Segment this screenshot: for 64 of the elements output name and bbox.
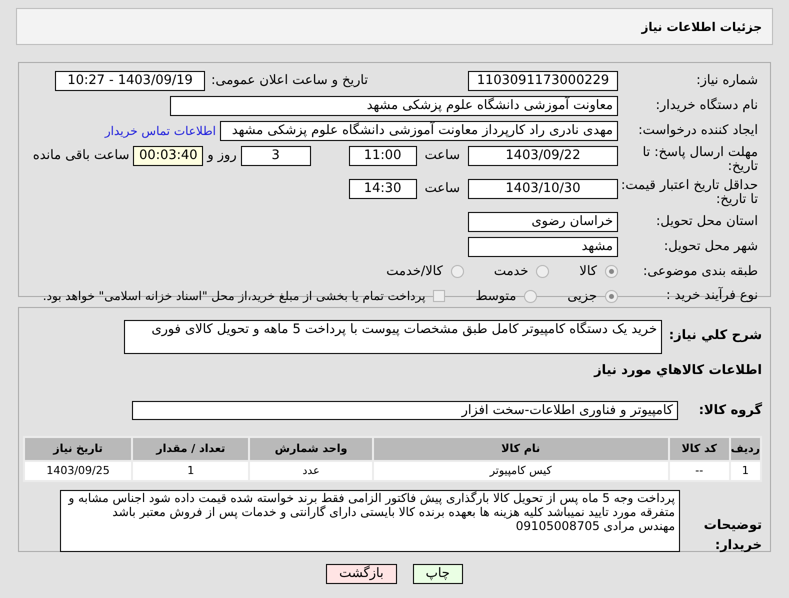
radio-button[interactable] — [605, 290, 618, 303]
notes-line: مهندس مرادی 09105008705 — [514, 519, 675, 533]
column-header: تاریخ نیاز — [25, 438, 132, 460]
field-label: استان محل تحویل: — [655, 215, 758, 229]
text-field[interactable]: 00:03:40 — [133, 146, 204, 166]
radio-label: متوسط — [475, 288, 516, 306]
text-field[interactable]: 11:00 — [348, 146, 417, 166]
table-cell: کیس کامپیوتر — [374, 462, 668, 480]
table-cell: 1 — [133, 462, 248, 480]
field-label: ساعت — [424, 180, 460, 198]
radio-label: خدمت — [494, 263, 528, 281]
field-label: گروه کالا: — [698, 401, 762, 420]
field-label: ساعت — [424, 147, 460, 165]
field-label: حداقل تاریخ اعتبار قیمت: تا تاریخ: — [620, 179, 758, 207]
table-cell: 1403/09/25 — [25, 462, 132, 480]
column-header: واحد شمارش — [250, 438, 372, 460]
text-field[interactable]: 1103091173000229 — [468, 71, 618, 91]
field-label: مهلت ارسال پاسخ: تا تاریخ: — [642, 146, 758, 174]
text-field[interactable]: 1403/09/19 - 10:27 — [55, 71, 206, 91]
field-label: روز و — [207, 147, 237, 165]
checkbox[interactable] — [433, 290, 446, 302]
radio-button[interactable] — [605, 265, 618, 278]
field-label: ایجاد کننده درخواست: — [637, 124, 758, 138]
radio-button[interactable] — [524, 290, 538, 303]
section-title: اطلاعات کالاهاي مورد نياز — [592, 362, 762, 380]
notes-line: پرداخت وجه 5 ماه پس از تحویل کالا بارگذاری پیش فاکتور الزامی فقط برند خواسته شده قیمت داده شود اجناس مشابه و — [67, 491, 675, 505]
field-label: شهر محل تحویل: — [662, 240, 758, 254]
contact-link[interactable]: اطلاعات تماس خریدار — [104, 122, 216, 140]
table-cell: عدد — [250, 462, 372, 480]
text-field[interactable]: مهدی نادری راد کارپرداز معاونت آموزشی دانشگاه علوم پزشکی مشهد — [220, 121, 618, 141]
radio-label: جزیی — [567, 288, 597, 306]
column-header: تعداد / مقدار — [133, 438, 248, 460]
radio-button[interactable] — [536, 265, 550, 278]
text-field[interactable]: 14:30 — [348, 179, 417, 199]
field-label: طبقه بندی موضوعی: — [642, 264, 758, 279]
print-button[interactable]: چاپ — [412, 564, 463, 584]
field-label: تاریخ و ساعت اعلان عمومی: — [211, 72, 368, 90]
notes-line: متفرقه مورد تایید نمیباشد کلیه هزینه ها بعهده برنده کالا بایستی دارای گارانتی و خدمات پس از فروش معتبر باشد — [111, 505, 675, 519]
field-label: شرح کلي نياز: — [668, 327, 762, 345]
column-header: ردیف — [730, 438, 760, 460]
field-label: شماره نیاز: — [695, 74, 758, 88]
text-field[interactable]: کامپیوتر و فناوری اطلاعات-سخت افزار — [132, 400, 678, 420]
table-cell: -- — [670, 462, 729, 480]
column-header: کد کالا — [670, 438, 729, 460]
field-label: نوع فرآیند خرید : — [665, 289, 758, 304]
description-field[interactable]: خرید یک دستگاه کامپیوتر کامل طبق مشخصات پیوست با پرداخت 5 ماهه و تحویل کالای فوری — [124, 320, 662, 354]
radio-label: کالا — [579, 263, 597, 281]
column-header: نام کالا — [374, 438, 668, 460]
field-label: نام دستگاه خریدار: — [654, 99, 758, 113]
radio-label: کالا/خدمت — [386, 263, 443, 281]
table-cell: 1 — [730, 462, 760, 480]
field-label: ساعت باقی مانده — [32, 147, 130, 165]
notes-field[interactable] — [60, 490, 680, 552]
text-field[interactable]: 1403/09/22 — [468, 146, 618, 166]
radio-button[interactable] — [450, 265, 464, 278]
back-button[interactable]: بازگشت — [326, 564, 397, 584]
text-field[interactable]: خراسان رضوی — [468, 212, 618, 232]
checkbox-label: پرداخت تمام یا بخشی از مبلغ خرید،از محل "اسناد خزانه اسلامی" خواهد بود. — [42, 288, 426, 306]
text-field[interactable]: مشهد — [468, 237, 618, 257]
text-field[interactable]: معاونت آموزشی دانشگاه علوم پزشکی مشهد — [170, 96, 618, 116]
text-field[interactable]: 1403/10/30 — [468, 179, 618, 199]
text-field[interactable]: 3 — [240, 146, 311, 166]
field-label: توضیحات خریدار: — [702, 517, 762, 554]
page-title: جزئیات اطلاعات نیاز — [641, 18, 762, 36]
